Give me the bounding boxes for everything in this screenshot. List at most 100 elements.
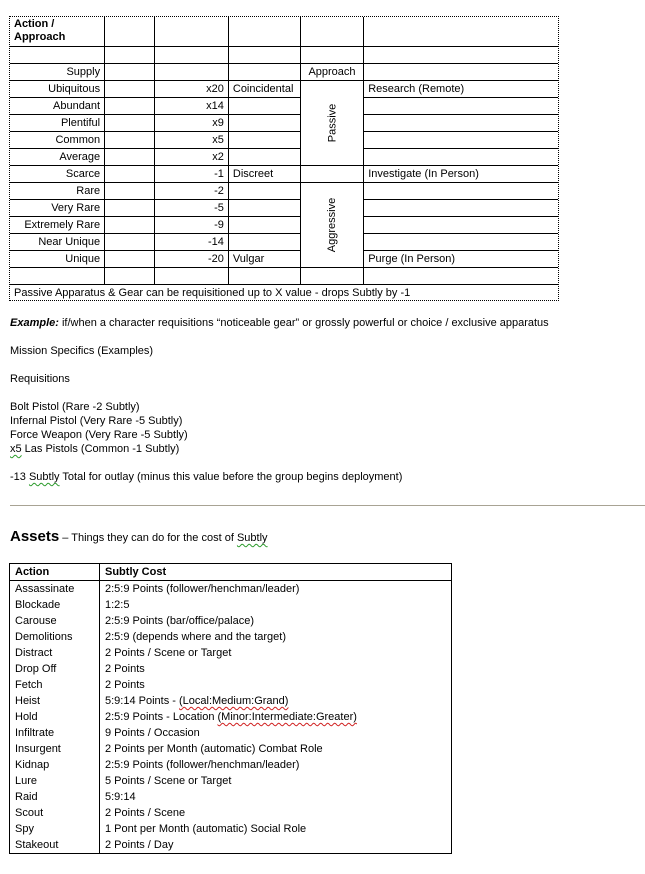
supply-level: Rare [10,182,106,200]
table-row: Insurgent 2 Points per Month (automatic) … [9,741,452,757]
column-header-cost: Subtly Cost [99,563,452,581]
table-header: Action Subtly Cost [9,563,452,581]
supply-value: -1 [153,165,229,183]
asset-cost: 9 Points / Occasion [105,727,200,739]
assets-heading: Assets – Things they can do for the cost… [10,528,268,545]
approach-aggressive: Aggressive [299,182,365,268]
asset-cost: 2:5:9 Points (follower/henchman/leader) [105,759,300,771]
table-row: Infiltrate 9 Points / Occasion [9,725,452,741]
asset-cost: 2 Points / Scene or Target [105,647,232,659]
requisition-item: Bolt Pistol (Rare -2 Subtly) [10,401,140,413]
table-row: Very Rare -5 [10,199,558,217]
example-text: if/when a character requisitions “notice… [58,317,549,329]
table-row: Plentiful x9 [10,114,558,132]
supply-level: Ubiquitous [10,80,106,98]
table-row: Ubiquitous x20 Coincidental Passive Rese… [10,80,558,166]
asset-action: Insurgent [9,741,100,757]
supply-value: x5 [153,131,229,149]
subtlety-label: Coincidental [227,80,301,98]
asset-action: Kidnap [9,757,100,773]
table-row: Unique -20 Vulgar Purge (In Person) [10,250,558,268]
mission-specifics: Mission Specifics (Examples) [10,345,154,357]
table-row: Drop Off 2 Points [9,661,452,677]
asset-action: Lure [9,773,100,789]
asset-cost: 1:2:5 [105,599,130,611]
supply-value: -20 [153,250,229,268]
requisition-item: x5 Las Pistols (Common -1 Subtly) [10,443,180,455]
asset-cost: 5:9:14 [105,791,136,803]
table-row: Blockade 1:2:5 [9,597,452,613]
requisitions-title: Requisitions [10,373,70,385]
approach-action: Purge (In Person) [363,250,558,268]
asset-action: Infiltrate [9,725,100,741]
table-row: Stakeout 2 Points / Day [9,837,452,854]
asset-cost: 2 Points [105,679,145,691]
assets-title: Assets [10,528,60,545]
requisition-item: Force Weapon (Very Rare -5 Subtly) [10,429,188,441]
table-row: Abundant x14 [10,97,558,115]
subtlety-label: Discreet [227,165,301,183]
asset-action: Scout [9,805,100,821]
supply-value: -2 [153,182,229,200]
supply-value: x14 [153,97,229,115]
supply-level: Very Rare [10,199,106,217]
table-row: Lure 5 Points / Scene or Target [9,773,452,789]
table-row: Assassinate 2:5:9 Points (follower/henchm… [9,580,452,597]
table-row: Raid 5:9:14 [9,789,452,805]
asset-action: Demolitions [9,629,100,645]
table-row: Fetch 2 Points [9,677,452,693]
approach-header: Approach [299,63,365,81]
supply-level: Common [10,131,106,149]
supply-level: Extremely Rare [10,216,106,234]
asset-cost: 5:9:14 Points - (Local:Medium:Grand) [105,695,289,707]
asset-action: Drop Off [9,661,100,677]
requisition-item: Infernal Pistol (Very Rare -5 Subtly) [10,415,183,427]
table-row: Average x2 [10,148,558,166]
supply-level: Scarce [10,165,106,183]
asset-action: Raid [9,789,100,805]
supply-level: Unique [10,250,106,268]
asset-action: Stakeout [9,837,100,854]
asset-action: Fetch [9,677,100,693]
supply-value: -9 [153,216,229,234]
supply-level: Near Unique [10,233,106,251]
subtlety-label: Vulgar [227,250,301,268]
approach-action: Investigate (In Person) [363,165,558,183]
table-row: Scarce -1 Discreet Investigate (In Perso… [10,165,558,183]
supply-grid: Action / Approach Supply Approach Ubiqui… [10,17,558,301]
asset-cost: 1 Pont per Month (automatic) Social Role [105,823,307,835]
supply-value: -14 [153,233,229,251]
example-paragraph: Example: if/when a character requisition… [10,317,549,329]
asset-action: Distract [9,645,100,661]
table-note: Passive Apparatus & Gear can be requisit… [10,284,558,301]
approach-action: Research (Remote) [363,80,558,98]
asset-action: Heist [9,693,100,709]
asset-action: Assassinate [9,580,100,597]
supply-value: x9 [153,114,229,132]
table-row: Spy 1 Pont per Month (automatic) Social R… [9,821,452,837]
supply-level: Average [10,148,106,166]
table-row: Hold 2:5:9 Points - Location (Minor:Inter… [9,709,452,725]
section-divider [10,505,645,506]
asset-cost: 5 Points / Scene or Target [105,775,232,787]
supply-approach-table: Action / Approach Supply Approach Ubiqui… [9,16,559,301]
asset-cost: 2:5:9 Points (bar/office/palace) [105,615,254,627]
table-row: Distract 2 Points / Scene or Target [9,645,452,661]
asset-cost: 2 Points / Day [105,839,174,851]
table-row: Common x5 [10,131,558,149]
supply-level: Plentiful [10,114,106,132]
table-row: Rare -2 Aggressive [10,182,558,268]
table-row: Extremely Rare -9 [10,216,558,234]
column-header-action: Action [9,563,100,581]
asset-cost: 2 Points / Scene [105,807,186,819]
asset-cost: 2:5:9 Points (follower/henchman/leader) [105,583,300,595]
table-row: Kidnap 2:5:9 Points (follower/henchman/le… [9,757,452,773]
supply-header: Supply [10,63,106,81]
assets-table: Action Subtly Cost Assassinate 2:5:9 Poin… [9,563,452,854]
action-approach-header: Action / Approach [10,17,106,47]
supply-value: x20 [153,80,229,98]
approach-passive: Passive [299,80,365,166]
asset-action: Blockade [9,597,100,613]
table-row: Demolitions 2:5:9 (depends where and the … [9,629,452,645]
asset-cost: 2 Points [105,663,145,675]
